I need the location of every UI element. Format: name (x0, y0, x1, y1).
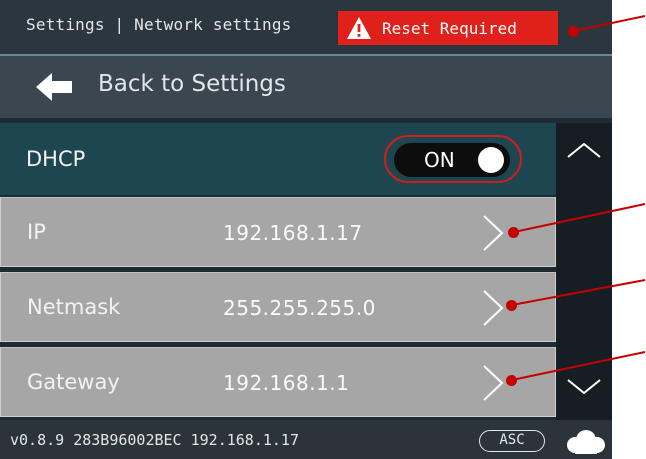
asc-badge: ASC (479, 430, 545, 452)
status-bar: v0.8.9 283B96002BEC 192.168.1.17 ASC (0, 420, 612, 459)
reset-required-badge[interactable]: Reset Required (338, 11, 558, 45)
dhcp-row: DHCP ON (0, 123, 556, 195)
back-to-settings-label: Back to Settings (98, 71, 286, 97)
dhcp-toggle-label: ON (424, 148, 455, 172)
back-arrow-icon (36, 73, 72, 101)
warning-triangle-icon (347, 17, 371, 39)
callout-dot (506, 300, 517, 311)
callout-dot (506, 375, 517, 386)
ip-row[interactable]: IP 192.168.1.17 (0, 197, 556, 267)
reset-required-label: Reset Required (382, 18, 517, 38)
settings-list: DHCP ON IP 192.168.1.17 Netmask 255.255.… (0, 123, 556, 420)
scrollbar[interactable] (556, 123, 612, 420)
dhcp-toggle[interactable]: ON (394, 143, 510, 177)
chevron-right-icon (483, 365, 504, 401)
title-bar: Settings | Network settings Reset Requir… (0, 0, 612, 56)
breadcrumb: Settings | Network settings (26, 15, 292, 34)
device-status-text: v0.8.9 283B96002BEC 192.168.1.17 (10, 431, 299, 449)
chevron-right-icon (483, 290, 504, 326)
callout-dot (508, 227, 519, 238)
ip-label: IP (27, 220, 46, 244)
scroll-down-icon[interactable] (566, 378, 602, 396)
cloud-icon (567, 430, 605, 454)
netmask-label: Netmask (27, 295, 121, 319)
dhcp-label: DHCP (26, 147, 86, 171)
netmask-value: 255.255.255.0 (223, 296, 376, 320)
back-to-settings-button[interactable]: Back to Settings (0, 56, 612, 118)
ip-value: 192.168.1.17 (223, 221, 363, 245)
scroll-up-icon[interactable] (566, 141, 602, 159)
chevron-right-icon (483, 215, 504, 251)
gateway-row[interactable]: Gateway 192.168.1.1 (0, 347, 556, 417)
gateway-label: Gateway (27, 370, 120, 394)
callout-dot (568, 26, 579, 37)
gateway-value: 192.168.1.1 (223, 371, 350, 395)
toggle-knob (478, 147, 504, 173)
netmask-row[interactable]: Netmask 255.255.255.0 (0, 272, 556, 342)
network-settings-screen: Settings | Network settings Reset Requir… (0, 0, 612, 459)
